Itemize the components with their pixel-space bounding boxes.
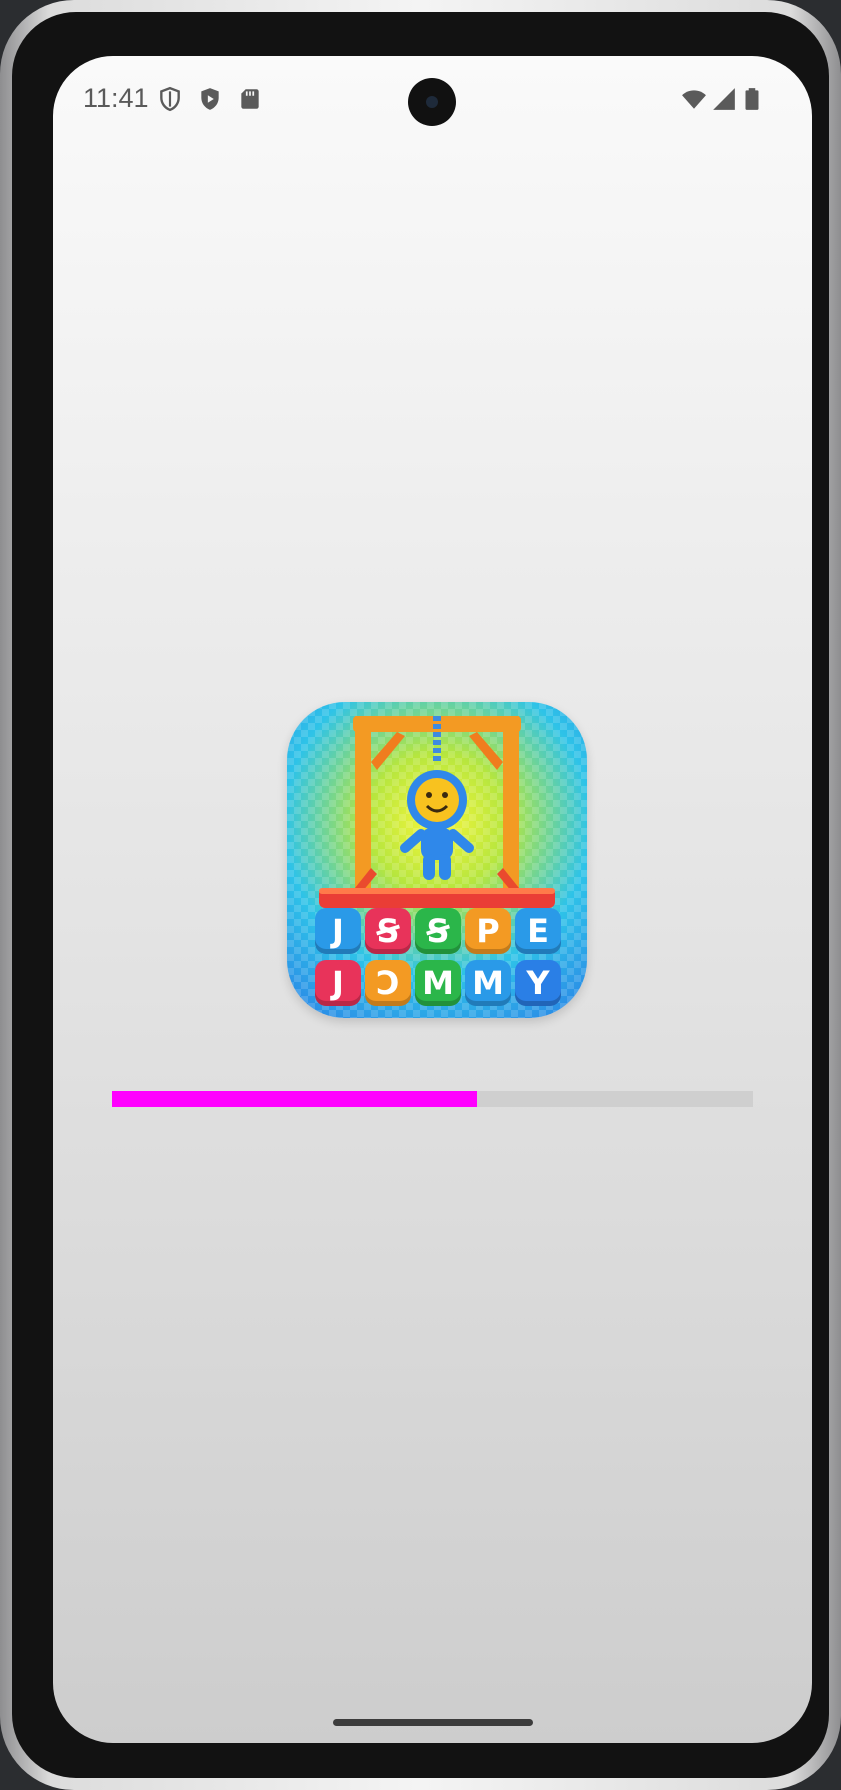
- wifi-icon: [682, 90, 706, 109]
- screen: 11:41 J Ꞩ Ꞩ P E J Ɔ M M Y: [53, 56, 812, 1743]
- device-bezel: 11:41 J Ꞩ Ꞩ P E J Ɔ M M Y: [12, 12, 829, 1778]
- status-bar: 11:41: [53, 56, 812, 140]
- sd-card-icon: [241, 89, 259, 109]
- logo-tile: J: [315, 960, 361, 1006]
- battery-icon: [745, 88, 759, 110]
- logo-tile: E: [515, 908, 561, 954]
- play-protect-icon: [201, 88, 219, 110]
- logo-tiles-row-2: J Ɔ M M Y: [315, 960, 561, 1006]
- logo-tile: Y: [515, 960, 561, 1006]
- logo-tiles-row-1: J Ꞩ Ꞩ P E: [315, 908, 561, 954]
- logo-tile: Ꞩ: [415, 908, 461, 954]
- home-indicator[interactable]: [333, 1719, 533, 1726]
- logo-tile: P: [465, 908, 511, 954]
- device-frame: 11:41 J Ꞩ Ꞩ P E J Ɔ M M Y: [0, 0, 841, 1790]
- loading-progress-bar: [112, 1091, 753, 1107]
- loading-progress-fill: [112, 1091, 478, 1107]
- logo-tile: M: [465, 960, 511, 1006]
- status-clock: 11:41: [83, 83, 149, 113]
- logo-tile: Ꞩ: [365, 908, 411, 954]
- cell-signal-icon: [713, 88, 735, 110]
- logo-tile: J: [315, 908, 361, 954]
- shield-outline-icon: [160, 86, 180, 112]
- logo-tile: M: [415, 960, 461, 1006]
- logo-tile: Ɔ: [365, 960, 411, 1006]
- front-camera: [408, 78, 456, 126]
- app-logo-icon: J Ꞩ Ꞩ P E J Ɔ M M Y: [287, 702, 587, 1018]
